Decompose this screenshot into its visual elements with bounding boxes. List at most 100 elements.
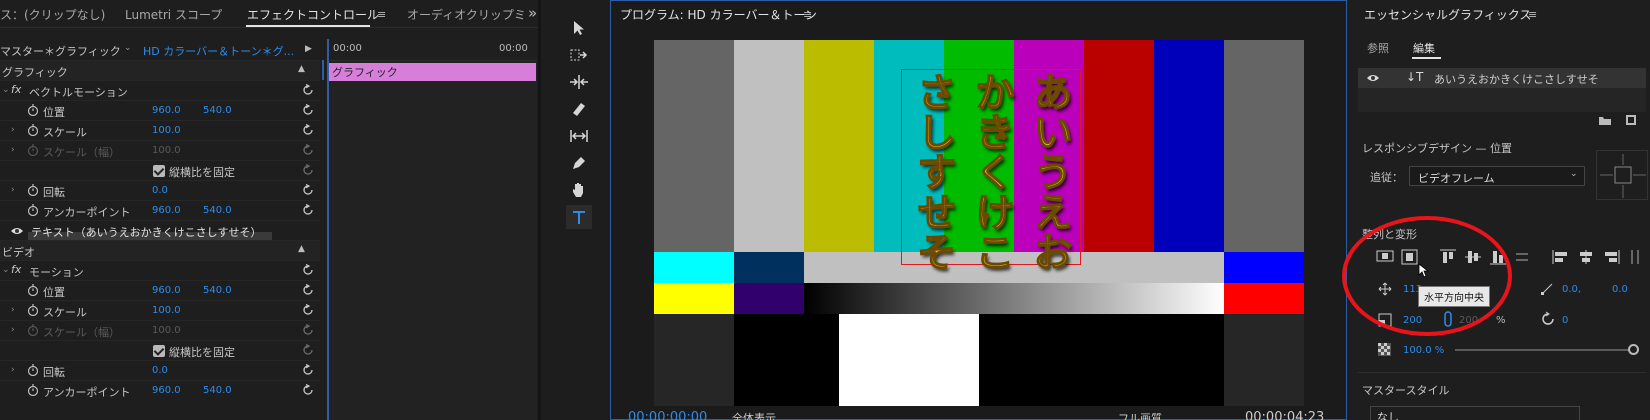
reset-icon[interactable]	[302, 364, 314, 376]
track-select-tool[interactable]	[566, 43, 592, 67]
stopwatch-icon[interactable]	[27, 364, 39, 376]
property-row[interactable]: ビデオ ▲	[0, 240, 320, 260]
anchor-x-value[interactable]: 0.0,	[1562, 284, 1581, 295]
chevron-right-icon[interactable]: ›	[11, 305, 15, 315]
current-timecode[interactable]: 00:00:00:00	[628, 410, 707, 420]
vertical-text-graphic[interactable]: あいうえお かきくけこ さしすせそ	[901, 69, 1081, 273]
property-value[interactable]: 960.0	[152, 285, 181, 296]
property-value-y[interactable]: 540.0	[203, 385, 232, 396]
graphic-clip-bar[interactable]: グラフィック	[328, 63, 536, 81]
chevron-right-icon[interactable]: ›	[11, 125, 15, 135]
reset-icon[interactable]	[302, 304, 314, 316]
new-layer-icon[interactable]	[1625, 114, 1637, 126]
align-center-icon[interactable]	[1577, 249, 1595, 265]
property-row[interactable]: › スケール（幅） 100.0	[0, 140, 320, 160]
reset-icon[interactable]	[302, 184, 314, 196]
property-row[interactable]: › 回転 0.0	[0, 180, 320, 200]
property-row[interactable]: 縦横比を固定	[0, 160, 320, 180]
reset-icon[interactable]	[302, 384, 314, 396]
stopwatch-icon[interactable]	[27, 324, 39, 336]
stopwatch-icon[interactable]	[27, 304, 39, 316]
property-value-y[interactable]: 540.0	[203, 105, 232, 116]
property-row[interactable]: 位置 960.0 540.0	[0, 100, 320, 120]
reset-icon[interactable]	[302, 144, 314, 156]
property-value[interactable]: 960.0	[152, 105, 181, 116]
anchor-y-value[interactable]: 0.0	[1612, 284, 1628, 295]
checkbox-uniform-scale[interactable]	[153, 345, 165, 357]
tab-effect-controls[interactable]: エフェクトコントロール	[247, 6, 379, 23]
property-value-y[interactable]: 540.0	[203, 205, 232, 216]
video-frame[interactable]: あいうえお かきくけこ さしすせそ	[654, 40, 1304, 406]
distribute-vertical-icon[interactable]	[1515, 249, 1529, 265]
stopwatch-icon[interactable]	[27, 204, 39, 216]
hand-tool[interactable]	[566, 178, 592, 202]
ec-timeline[interactable]	[327, 39, 537, 420]
property-value[interactable]: 100.0	[152, 305, 181, 316]
property-row[interactable]: › スケール 100.0	[0, 300, 320, 320]
stopwatch-icon[interactable]	[27, 124, 39, 136]
property-value[interactable]: 100.0	[152, 125, 181, 136]
property-row[interactable]: グラフィック ▲	[0, 60, 320, 80]
stopwatch-icon[interactable]	[27, 384, 39, 396]
align-left-icon[interactable]	[1552, 249, 1570, 265]
folder-icon[interactable]	[1598, 115, 1612, 126]
tab-lumetri-scopes[interactable]: Lumetri スコープ	[125, 6, 222, 23]
collapse-icon[interactable]: ▲	[298, 244, 305, 254]
chevron-right-icon[interactable]: ›	[11, 145, 15, 155]
rotation-value[interactable]: 0	[1562, 315, 1568, 326]
opacity-slider-knob[interactable]	[1628, 344, 1639, 355]
eye-icon[interactable]	[10, 226, 24, 236]
checkbox-uniform-scale[interactable]	[153, 165, 165, 177]
property-row[interactable]: テキスト（あいうえおかきくけこさしすせそ）	[0, 220, 320, 240]
slip-tool[interactable]	[566, 124, 592, 148]
property-value[interactable]: 960.0	[152, 205, 181, 216]
eg-layer-row[interactable]: ↓T あいうえおかきくけこさしすせそ	[1358, 68, 1646, 88]
property-value-y[interactable]: 540.0	[203, 285, 232, 296]
property-value[interactable]: 0.0	[152, 185, 168, 196]
eg-tab-browse[interactable]: 参照	[1367, 40, 1389, 56]
chevron-right-icon[interactable]: ›	[11, 185, 15, 195]
playhead[interactable]	[327, 39, 329, 420]
reset-icon[interactable]	[302, 324, 314, 336]
property-row[interactable]: 縦横比を固定	[0, 340, 320, 360]
property-value[interactable]: 960.0	[152, 385, 181, 396]
collapse-icon[interactable]: ▲	[298, 64, 305, 74]
quality-dropdown[interactable]: フル画質	[1118, 410, 1162, 420]
master-style-dropdown[interactable]: なし	[1370, 406, 1580, 420]
property-value[interactable]: 0.0	[152, 365, 168, 376]
distribute-horizontal-icon[interactable]	[1628, 249, 1642, 265]
eg-layer-name[interactable]: あいうえおかきくけこさしすせそ	[1434, 71, 1599, 87]
fx-icon[interactable]: fx	[11, 83, 21, 96]
property-row[interactable]: › 回転 0.0	[0, 360, 320, 380]
reset-icon[interactable]	[302, 344, 314, 356]
chevron-down-icon[interactable]: ⌄	[2, 265, 10, 275]
reset-icon[interactable]	[302, 84, 314, 96]
property-row[interactable]: › スケール（幅） 100.0	[0, 320, 320, 340]
reset-icon[interactable]	[302, 164, 314, 176]
property-row[interactable]: 位置 960.0 540.0	[0, 280, 320, 300]
opacity-slider-track[interactable]	[1455, 349, 1633, 351]
program-menu-icon[interactable]: ≡	[803, 8, 812, 21]
stopwatch-icon[interactable]	[27, 144, 39, 156]
overflow-icon[interactable]: »	[528, 4, 537, 22]
stopwatch-icon[interactable]	[27, 184, 39, 196]
stopwatch-icon[interactable]	[27, 104, 39, 116]
stopwatch-icon[interactable]	[27, 284, 39, 296]
fit-dropdown[interactable]: 全体表示	[732, 410, 776, 420]
panel-menu-icon[interactable]: ≡	[377, 8, 386, 21]
tab-source[interactable]: ス：(クリップなし)	[0, 6, 105, 23]
reset-icon[interactable]	[302, 264, 314, 276]
ec-timeline-ruler[interactable]: 00:00 00:00	[327, 39, 537, 61]
align-right-icon[interactable]	[1602, 249, 1620, 265]
chevron-right-icon[interactable]: ›	[11, 325, 15, 335]
selection-tool[interactable]	[566, 16, 592, 40]
type-tool[interactable]	[566, 205, 592, 229]
reset-icon[interactable]	[302, 104, 314, 116]
ripple-edit-tool[interactable]	[566, 70, 592, 94]
pin-to-widget[interactable]	[1596, 150, 1648, 200]
eg-tab-edit[interactable]: 編集	[1413, 40, 1435, 56]
eg-menu-icon[interactable]: ≡	[1528, 8, 1537, 21]
razor-tool[interactable]	[566, 97, 592, 121]
reset-icon[interactable]	[302, 124, 314, 136]
reset-icon[interactable]	[302, 284, 314, 296]
